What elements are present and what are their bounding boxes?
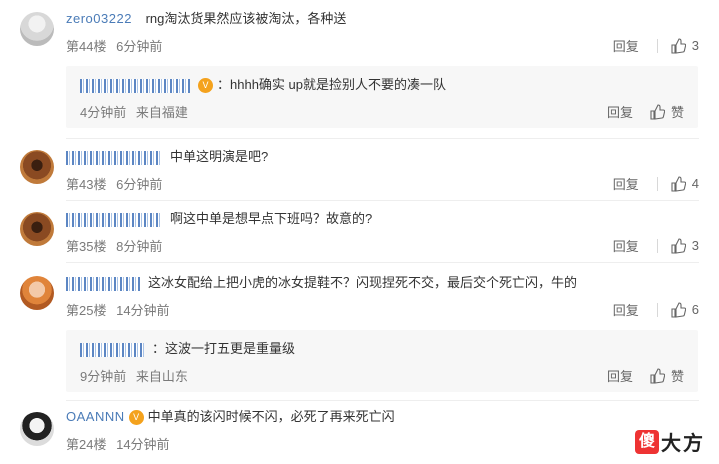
comment-meta: 第35楼 8分钟前 <box>66 236 168 255</box>
action-divider <box>656 176 658 191</box>
avatar[interactable] <box>20 212 54 246</box>
reply-button[interactable]: 回复 <box>613 300 639 319</box>
comment-time: 8分钟前 <box>116 239 163 254</box>
avatar[interactable] <box>20 150 54 184</box>
reply-button[interactable]: 回复 <box>613 36 639 55</box>
like-label: 赞 <box>670 105 684 120</box>
comment-time: 6分钟前 <box>116 39 163 54</box>
like-count: 3 <box>691 38 699 53</box>
reply-button[interactable]: 回复 <box>613 174 639 193</box>
reply-location: 来自山东 <box>135 369 188 384</box>
comment-time: 6分钟前 <box>116 177 163 192</box>
like-button[interactable]: 4 <box>670 175 699 192</box>
divider <box>66 200 699 201</box>
like-button[interactable]: 赞 <box>649 102 684 121</box>
comment-meta: 第44楼 6分钟前 <box>66 36 168 55</box>
action-divider <box>656 38 658 53</box>
reply-meta: 9分钟前 来自山东 <box>80 366 194 385</box>
comment-meta: 第24楼 14分钟前 <box>66 434 176 453</box>
comment-text: 中单真的该闪时候不闪，必死了再来死亡闪 <box>147 409 395 424</box>
avatar[interactable] <box>20 276 54 310</box>
like-count: 3 <box>691 238 699 253</box>
reply-thread: ：这波一打五更是重量级 9分钟前 来自山东 回复 赞 <box>66 330 698 392</box>
like-button[interactable]: 6 <box>670 301 699 318</box>
masked-username[interactable] <box>66 150 162 165</box>
like-button[interactable]: 3 <box>670 37 699 54</box>
floor-number: 第25楼 <box>66 303 107 318</box>
comment-text: 啊这中单是想早点下班吗？故意的? <box>170 211 373 226</box>
thumbs-up-icon <box>671 237 686 254</box>
divider <box>66 262 699 263</box>
comment-username[interactable]: OAANNN <box>66 408 125 426</box>
reply-time: 4分钟前 <box>80 105 127 120</box>
reply-location: 来自福建 <box>135 105 188 120</box>
reply-meta: 4分钟前 来自福建 <box>80 102 194 121</box>
like-button[interactable]: 3 <box>670 237 699 254</box>
floor-number: 第35楼 <box>66 239 107 254</box>
divider <box>66 400 699 401</box>
watermark-logo: 傻 <box>635 429 659 454</box>
reply-text: ：这波一打五更是重量级 <box>152 341 296 356</box>
comment-text: 这冰女配给上把小虎的冰女提鞋不？闪现捏死不交，最后交个死亡闪，牛的 <box>148 275 578 290</box>
masked-username[interactable] <box>80 342 144 357</box>
like-count: 6 <box>691 302 699 317</box>
reply-time: 9分钟前 <box>80 369 127 384</box>
comment-username[interactable]: zero03222 <box>66 10 132 28</box>
action-divider <box>656 238 658 253</box>
comment-text: rng淘汰货果然应该被淘汰，各种送 <box>145 11 347 26</box>
reply-button[interactable]: 回复 <box>607 102 633 121</box>
avatar[interactable] <box>20 412 54 446</box>
site-watermark: 傻 大方 <box>635 427 705 456</box>
thumbs-up-icon <box>650 103 665 120</box>
comment-meta: 第25楼 14分钟前 <box>66 300 176 319</box>
floor-number: 第24楼 <box>66 437 107 452</box>
reply-thread: V ：hhhh确实 up就是捡别人不要的凑一队 4分钟前 来自福建 回复 赞 <box>66 66 698 128</box>
masked-username[interactable] <box>66 212 162 227</box>
avatar[interactable] <box>20 12 54 46</box>
floor-number: 第44楼 <box>66 39 107 54</box>
thumbs-up-icon <box>650 367 665 384</box>
comment-text: 中单这明演是吧? <box>170 149 269 164</box>
like-label: 赞 <box>670 369 684 384</box>
masked-username[interactable] <box>66 276 140 291</box>
watermark-text: 大方 <box>661 433 705 455</box>
like-button[interactable]: 赞 <box>649 366 684 385</box>
reply-button[interactable]: 回复 <box>607 366 633 385</box>
comment-time: 14分钟前 <box>116 303 170 318</box>
action-divider <box>656 302 658 317</box>
comment-time: 14分钟前 <box>116 437 170 452</box>
thumbs-up-icon <box>671 175 686 192</box>
reply-text: ：hhhh确实 up就是捡别人不要的凑一队 <box>217 77 446 92</box>
divider <box>66 138 699 139</box>
comment-actions: 回复 3 <box>613 36 699 55</box>
like-count: 4 <box>691 176 699 191</box>
vip-badge-icon: V <box>128 410 144 426</box>
reply-button[interactable]: 回复 <box>613 236 639 255</box>
comment-meta: 第43楼 6分钟前 <box>66 174 168 193</box>
thumbs-up-icon <box>671 301 686 318</box>
masked-username[interactable] <box>80 78 190 93</box>
thumbs-up-icon <box>671 37 686 54</box>
vip-badge-icon: V <box>198 78 213 94</box>
floor-number: 第43楼 <box>66 177 107 192</box>
